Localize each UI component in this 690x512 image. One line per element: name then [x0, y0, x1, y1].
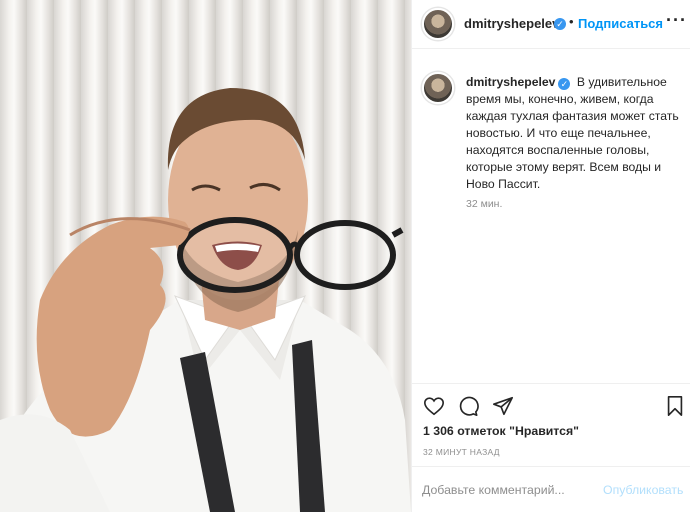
caption: dmitryshepelev ✓ В удивительное время мы,…: [466, 74, 682, 193]
avatar[interactable]: [422, 8, 454, 40]
more-options-icon[interactable]: ···: [666, 10, 687, 31]
post-header: dmitryshepelev ✓ • Подписаться ···: [412, 0, 690, 49]
post-timestamp[interactable]: 32 МИНУТ НАЗАД: [423, 447, 500, 457]
post-actions: 1 306 отметок "Нравится" 32 МИНУТ НАЗАД …: [412, 383, 690, 512]
post-sidebar: dmitryshepelev ✓ • Подписаться ··· dmitr…: [411, 0, 690, 512]
follow-button[interactable]: Подписаться: [578, 16, 663, 31]
caption-username[interactable]: dmitryshepelev: [466, 75, 555, 89]
bookmark-icon[interactable]: [665, 395, 685, 417]
publish-button[interactable]: Опубликовать: [603, 483, 683, 497]
comment-bubble-icon[interactable]: [457, 395, 479, 417]
verified-badge-icon: ✓: [558, 78, 571, 90]
caption-avatar[interactable]: [422, 72, 454, 104]
comment-input[interactable]: [422, 481, 592, 499]
caption-time: 32 мин.: [466, 198, 503, 210]
post-photo[interactable]: [0, 0, 411, 512]
caption-text: В удивительное время мы, конечно, живем,…: [466, 75, 679, 191]
photo-illustration: [0, 88, 411, 512]
paper-plane-icon[interactable]: [492, 395, 514, 417]
likes-count[interactable]: 1 306 отметок "Нравится": [423, 424, 579, 438]
heart-icon[interactable]: [423, 395, 445, 417]
separator-dot: •: [569, 14, 574, 29]
verified-badge-icon: ✓: [554, 18, 566, 30]
comment-bar: Опубликовать: [412, 466, 690, 512]
username[interactable]: dmitryshepelev: [464, 16, 559, 31]
